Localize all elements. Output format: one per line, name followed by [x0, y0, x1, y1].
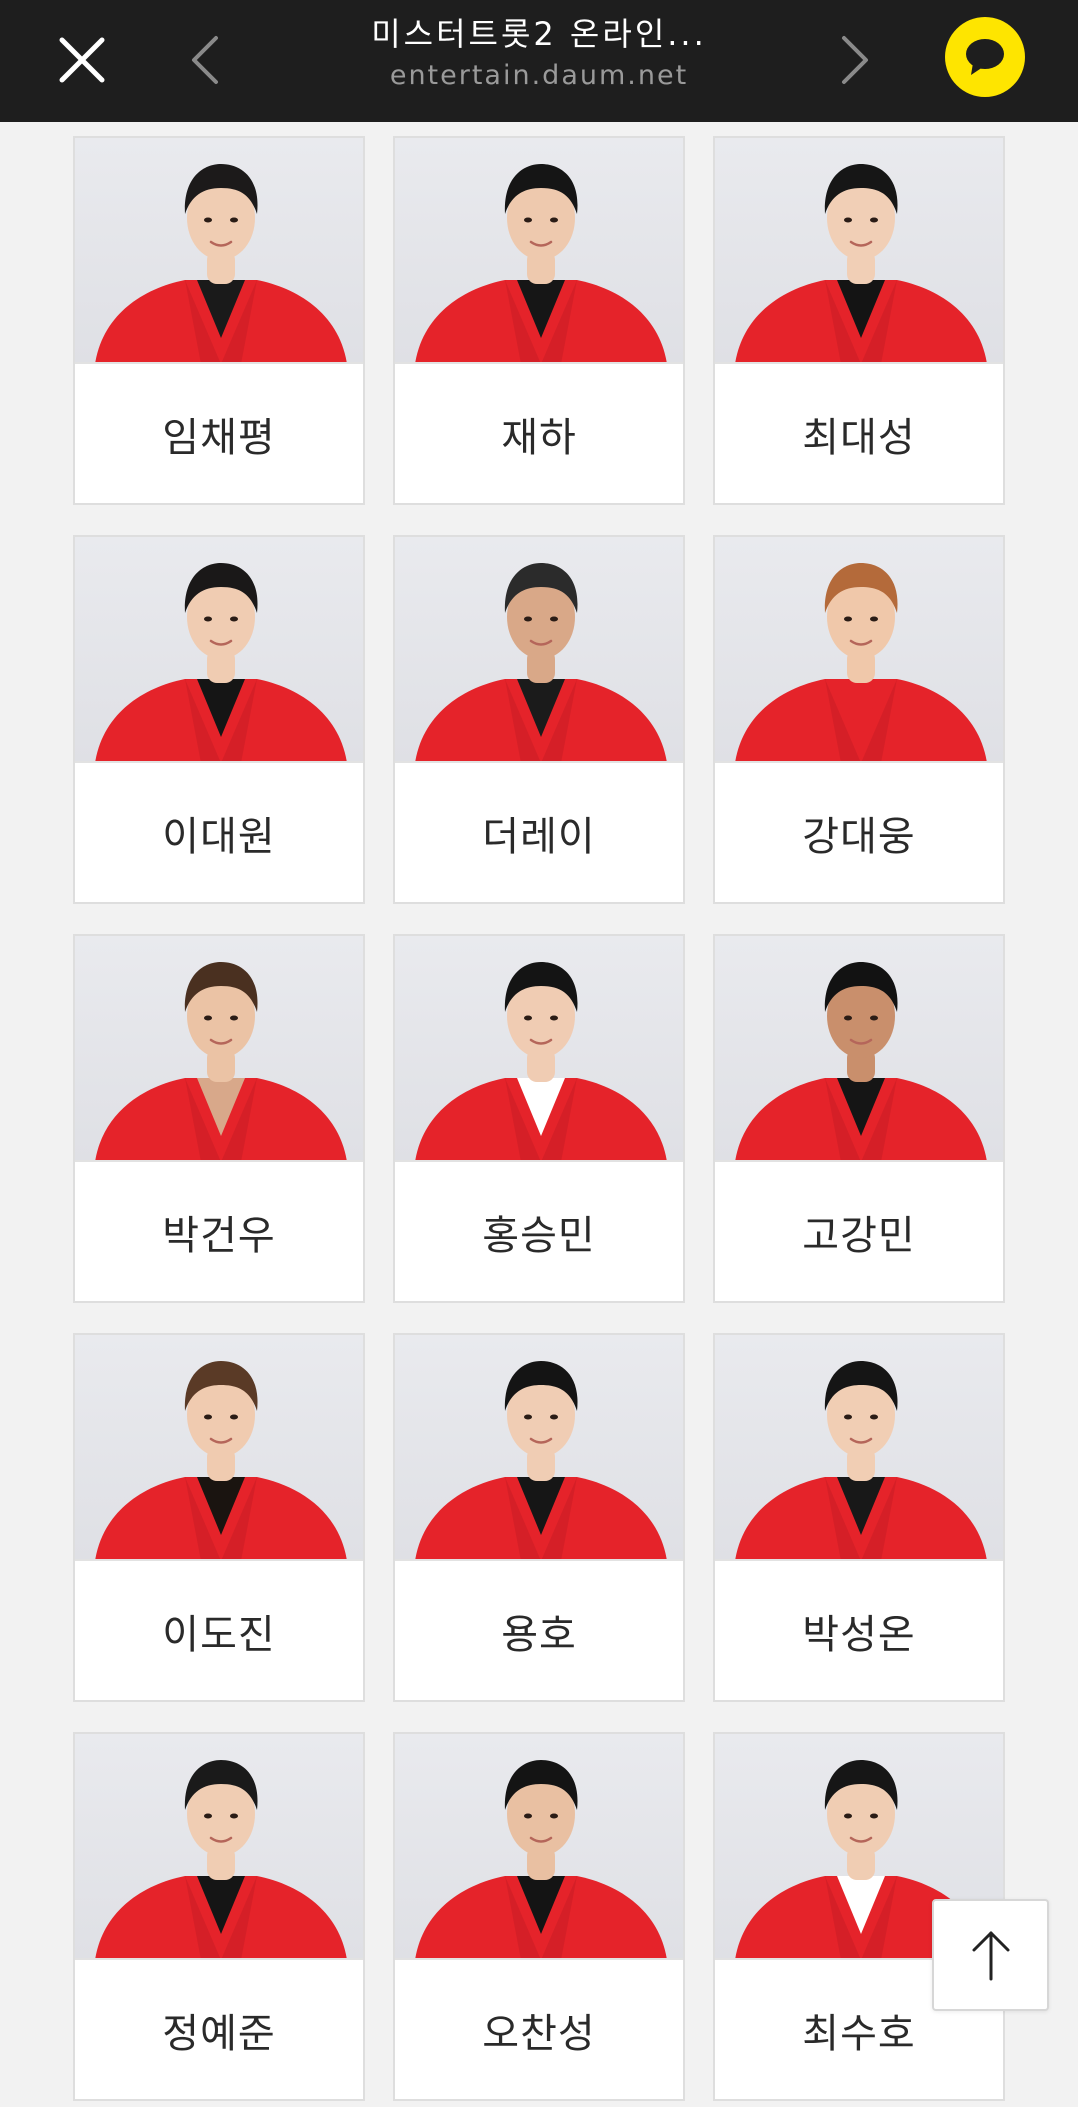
contestant-card[interactable]: 홍승민 [393, 934, 685, 1303]
contestant-name: 고강민 [802, 1212, 916, 1259]
contestant-name: 재하 [501, 414, 577, 461]
contestant-name: 임채평 [162, 414, 276, 461]
contestant-name: 박건우 [162, 1212, 276, 1259]
contestant-name: 정예준 [162, 2010, 276, 2057]
close-button[interactable] [52, 30, 112, 90]
contestant-photo [395, 1734, 683, 1960]
contestant-card[interactable]: 박건우 [73, 934, 365, 1303]
kakaotalk-share-button[interactable] [945, 17, 1025, 97]
arrow-up-icon [972, 1931, 1009, 1981]
page-title-block: 미스터트롯2 온라인... entertain.daum.net [250, 12, 828, 96]
contestant-name: 강대웅 [802, 813, 916, 860]
contestant-photo [715, 537, 1003, 763]
contestant-name: 더레이 [482, 813, 596, 860]
contestant-name: 이도진 [162, 1611, 276, 1658]
contestant-photo [75, 936, 363, 1162]
top-bar: 미스터트롯2 온라인... entertain.daum.net [0, 0, 1078, 122]
contestant-name: 최대성 [802, 414, 916, 461]
contestant-name: 오찬성 [482, 2010, 596, 2057]
chevron-right-icon [842, 36, 868, 84]
contestant-card[interactable]: 재하 [393, 136, 685, 505]
contestant-card[interactable]: 더레이 [393, 535, 685, 904]
close-icon [59, 37, 105, 83]
contestant-photo [75, 537, 363, 763]
contestant-photo [715, 936, 1003, 1162]
contestant-card[interactable]: 오찬성 [393, 1732, 685, 2101]
previous-button[interactable] [180, 28, 230, 92]
contestant-photo [395, 1335, 683, 1561]
contestant-grid: 임채평 재하 최대성이대원 더레이 강대웅박건우 홍승민 고강민이도진 용호 박성온정예준 오찬성… [73, 136, 1005, 2101]
page-title: 미스터트롯2 온라인... [371, 15, 707, 53]
contestant-card[interactable]: 이대원 [73, 535, 365, 904]
contestant-card[interactable]: 최대성 [713, 136, 1005, 505]
contestant-photo [395, 138, 683, 364]
contestant-photo [395, 936, 683, 1162]
contestant-card[interactable]: 박성온 [713, 1333, 1005, 1702]
contestant-card[interactable]: 고강민 [713, 934, 1005, 1303]
contestant-photo [75, 1734, 363, 1960]
contestant-name: 용호 [501, 1611, 577, 1658]
page-domain: entertain.daum.net [389, 60, 689, 91]
contestant-name: 이대원 [162, 813, 276, 860]
contestant-photo [75, 138, 363, 364]
kakaotalk-icon [966, 39, 1004, 75]
contestant-card[interactable]: 임채평 [73, 136, 365, 505]
contestant-card[interactable]: 이도진 [73, 1333, 365, 1702]
contestant-photo [75, 1335, 363, 1561]
next-button[interactable] [830, 28, 880, 92]
contestant-name: 홍승민 [482, 1212, 596, 1259]
contestant-photo [395, 537, 683, 763]
contestant-photo [715, 1335, 1003, 1561]
chevron-left-icon [192, 36, 218, 84]
contestant-card[interactable]: 용호 [393, 1333, 685, 1702]
contestant-card[interactable]: 강대웅 [713, 535, 1005, 904]
contestant-photo [715, 138, 1003, 364]
contestant-card[interactable]: 정예준 [73, 1732, 365, 2101]
scroll-to-top-button[interactable] [932, 1899, 1049, 2011]
contestant-name: 박성온 [802, 1611, 916, 1658]
